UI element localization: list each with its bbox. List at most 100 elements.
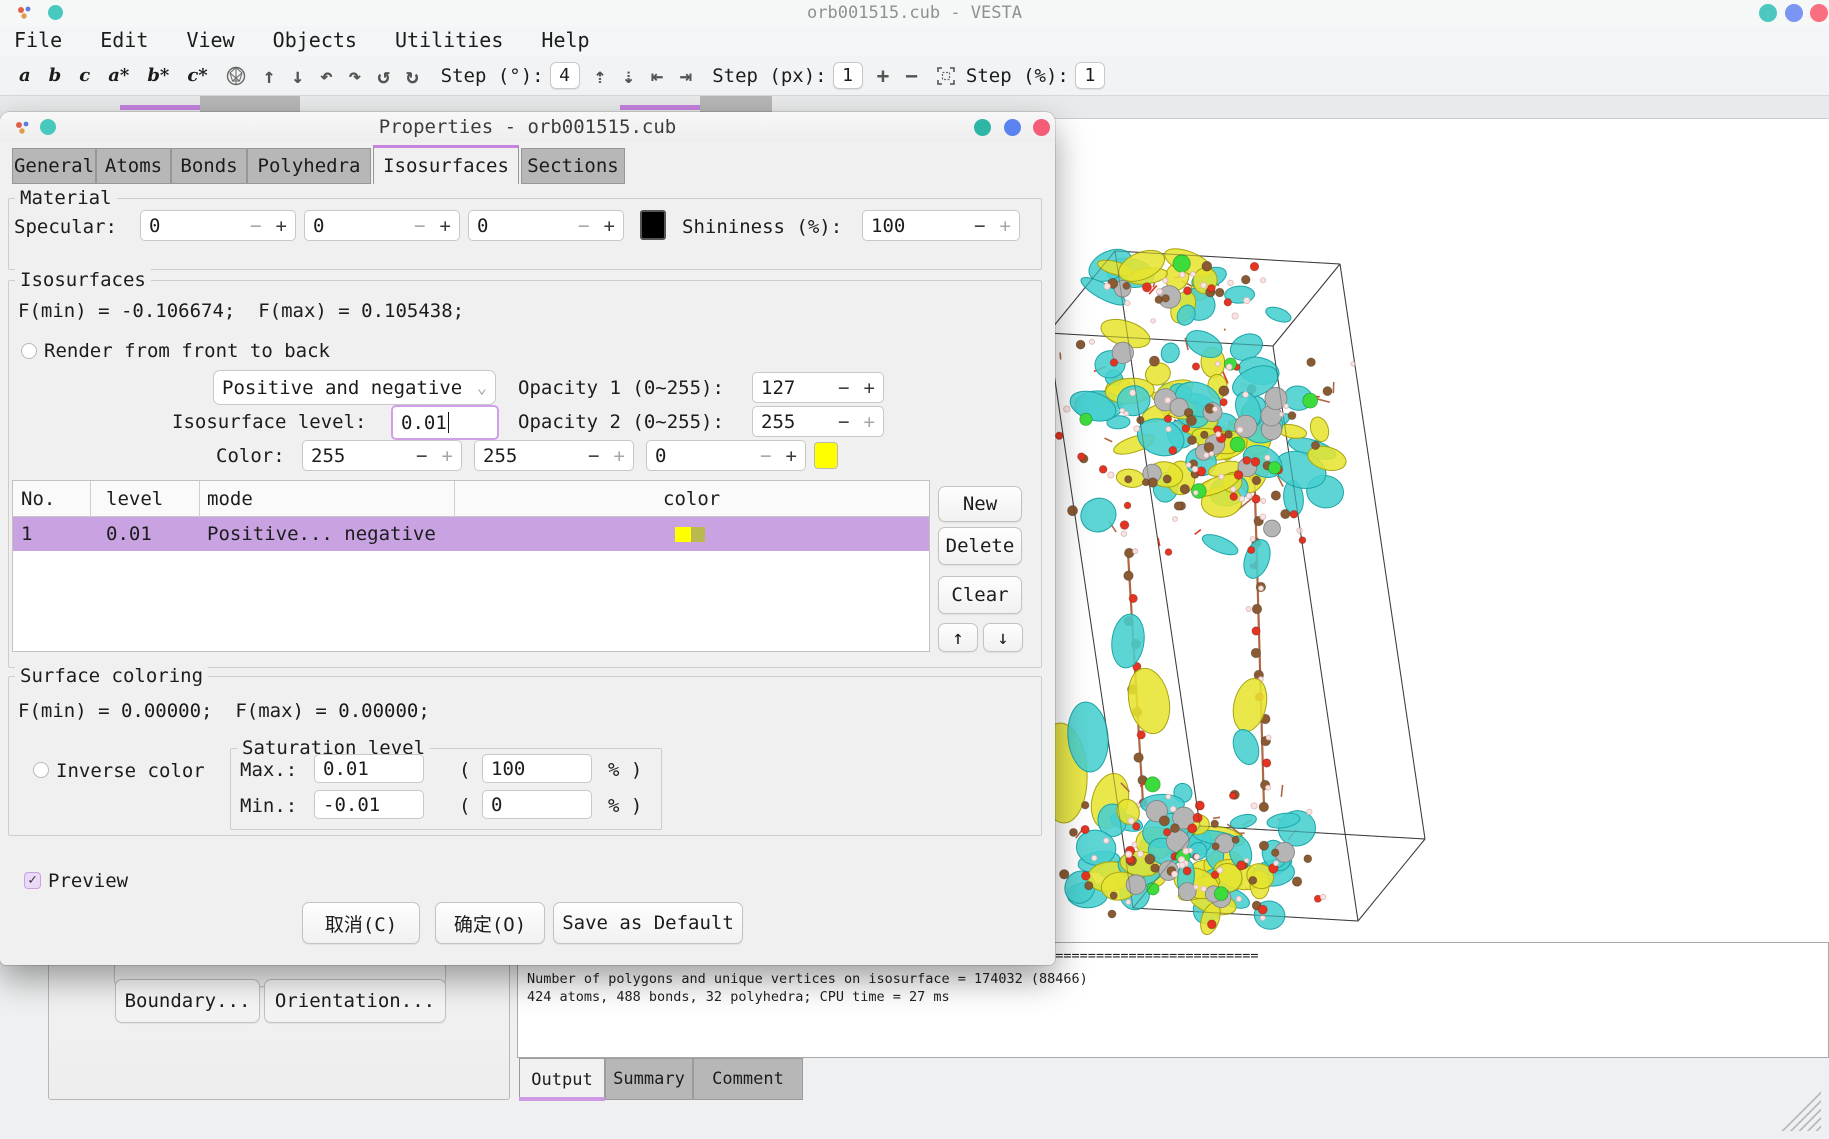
pan-right-icon[interactable]: ⇥: [680, 64, 693, 88]
decrement-button[interactable]: −: [838, 377, 849, 399]
specular-g-field[interactable]: 0 − +: [304, 210, 460, 241]
opacity1-field[interactable]: 127 − +: [752, 372, 884, 403]
zoom-in-icon[interactable]: +: [877, 64, 890, 88]
rotate-ccw-icon[interactable]: ↺: [377, 64, 390, 88]
tab-sections[interactable]: Sections: [521, 148, 625, 184]
step-px-input[interactable]: 1: [833, 62, 863, 89]
render-front-to-back-checkbox[interactable]: [21, 343, 37, 359]
undo-icon[interactable]: ↶: [320, 64, 333, 88]
opacity2-field[interactable]: 255 − +: [752, 406, 884, 437]
polyhedron-view-icon[interactable]: [225, 65, 247, 87]
increment-button[interactable]: +: [864, 411, 875, 433]
resize-grip[interactable]: [1777, 1087, 1821, 1131]
axis-a-button[interactable]: a: [19, 65, 31, 86]
increment-button[interactable]: +: [604, 215, 615, 237]
menu-edit[interactable]: Edit: [100, 28, 148, 52]
mode-select[interactable]: Positive and negative ⌄: [213, 370, 496, 405]
rotate-up-icon[interactable]: ↑: [263, 64, 276, 88]
window-dot-icon[interactable]: [48, 5, 63, 20]
saturation-min-input[interactable]: -0.01: [314, 790, 424, 819]
axis-c-star-button[interactable]: c*: [187, 65, 207, 86]
dialog-maximize-button[interactable]: [1004, 119, 1021, 136]
saturation-max-input[interactable]: 0.01: [314, 754, 424, 783]
orientation-button[interactable]: Orientation...: [264, 979, 446, 1023]
maximize-button[interactable]: [1785, 4, 1803, 22]
move-up-button[interactable]: ↑: [938, 623, 978, 652]
tab-isosurfaces[interactable]: Isosurfaces: [373, 145, 519, 184]
axis-c-button[interactable]: c: [79, 65, 90, 86]
isosurface-color-swatch[interactable]: [814, 442, 838, 469]
specular-r-field[interactable]: 0 − +: [140, 210, 296, 241]
menu-objects[interactable]: Objects: [273, 28, 357, 52]
menu-file[interactable]: File: [14, 28, 62, 52]
decrement-button[interactable]: −: [974, 215, 985, 237]
decrement-button[interactable]: −: [250, 215, 261, 237]
specular-b-field[interactable]: 0 − +: [468, 210, 624, 241]
isosurface-table-row[interactable]: 1 0.01 Positive... negative: [13, 517, 929, 551]
cancel-button[interactable]: 取消(C): [302, 902, 420, 944]
dialog-dot-icon[interactable]: [40, 119, 56, 135]
tab-polyhedra[interactable]: Polyhedra: [247, 148, 371, 184]
axis-a-star-button[interactable]: a*: [108, 65, 129, 86]
specular-color-swatch[interactable]: [640, 210, 666, 240]
step-pct-label: Step (%):: [966, 65, 1069, 87]
decrement-button[interactable]: −: [578, 215, 589, 237]
color-label: Color:: [216, 445, 285, 467]
inverse-color-checkbox[interactable]: [33, 762, 49, 778]
clear-button[interactable]: Clear: [938, 576, 1022, 614]
text-caret: [448, 412, 450, 433]
increment-button[interactable]: +: [440, 215, 451, 237]
color-g-field[interactable]: 255 − +: [474, 440, 634, 471]
dialog-minimize-button[interactable]: [974, 119, 991, 136]
color-r-field[interactable]: 255 − +: [302, 440, 462, 471]
color-b-field[interactable]: 0 − +: [646, 440, 806, 471]
decrement-button[interactable]: −: [838, 411, 849, 433]
rotate-cw-icon[interactable]: ↻: [406, 64, 419, 88]
move-down-button[interactable]: ↓: [983, 623, 1023, 652]
step-deg-input[interactable]: 4: [550, 62, 580, 89]
minimize-button[interactable]: [1759, 4, 1777, 22]
tab-general[interactable]: General: [12, 148, 96, 184]
tab-bonds[interactable]: Bonds: [171, 148, 247, 184]
menu-help[interactable]: Help: [541, 28, 589, 52]
increment-button[interactable]: +: [1000, 215, 1011, 237]
axis-b-star-button[interactable]: b*: [147, 65, 169, 86]
tab-atoms[interactable]: Atoms: [96, 148, 171, 184]
preview-checkbox[interactable]: ✓: [24, 872, 41, 889]
shininess-field[interactable]: 100 − +: [862, 210, 1020, 241]
ok-button[interactable]: 确定(O): [435, 902, 545, 944]
surface-range-text: F(min) = 0.00000; F(max) = 0.00000;: [18, 700, 430, 722]
decrement-button[interactable]: −: [416, 445, 427, 467]
dialog-close-button[interactable]: [1033, 119, 1050, 136]
decrement-button[interactable]: −: [414, 215, 425, 237]
tilt-up-icon[interactable]: ⇡: [594, 64, 607, 88]
tab-output[interactable]: Output: [519, 1058, 605, 1100]
tilt-down-icon[interactable]: ⇣: [622, 64, 635, 88]
tab-summary[interactable]: Summary: [605, 1058, 693, 1100]
pan-left-icon[interactable]: ⇤: [651, 64, 664, 88]
saturation-max-pct-input[interactable]: 100: [482, 754, 592, 783]
new-button[interactable]: New: [938, 486, 1022, 522]
save-as-default-button[interactable]: Save as Default: [553, 902, 743, 944]
close-button[interactable]: [1810, 4, 1828, 22]
increment-button[interactable]: +: [442, 445, 453, 467]
menu-view[interactable]: View: [186, 28, 234, 52]
decrement-button[interactable]: −: [588, 445, 599, 467]
isosurface-level-input[interactable]: 0.01: [391, 405, 499, 440]
axis-b-button[interactable]: b: [49, 65, 62, 86]
increment-button[interactable]: +: [276, 215, 287, 237]
zoom-out-icon[interactable]: −: [905, 64, 918, 88]
increment-button[interactable]: +: [864, 377, 875, 399]
increment-button[interactable]: +: [614, 445, 625, 467]
saturation-min-pct-input[interactable]: 0: [482, 790, 592, 819]
step-pct-input[interactable]: 1: [1075, 62, 1105, 89]
decrement-button[interactable]: −: [760, 445, 771, 467]
increment-button[interactable]: +: [786, 445, 797, 467]
redo-icon[interactable]: ↷: [349, 64, 362, 88]
tab-comment[interactable]: Comment: [693, 1058, 803, 1100]
boundary-button[interactable]: Boundary...: [115, 979, 260, 1023]
delete-button[interactable]: Delete: [938, 527, 1022, 565]
fit-view-icon[interactable]: [936, 66, 956, 86]
rotate-down-icon[interactable]: ↓: [291, 64, 304, 88]
menu-utilities[interactable]: Utilities: [395, 28, 503, 52]
